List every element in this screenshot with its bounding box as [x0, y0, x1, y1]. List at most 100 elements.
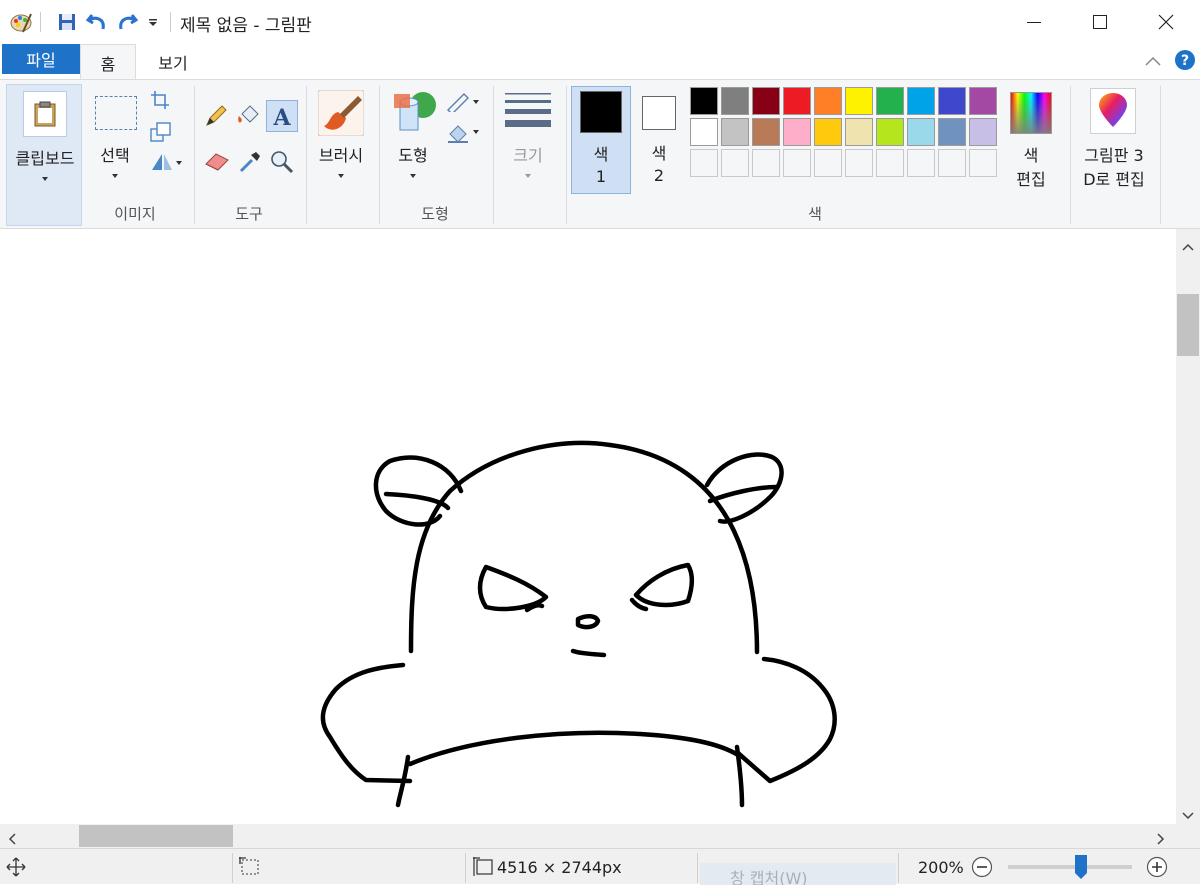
shapes-dropdown-icon[interactable] — [410, 174, 416, 178]
tab-view[interactable]: 보기 — [140, 44, 206, 80]
color1-swatch — [580, 91, 622, 133]
title-bar: 제목 없음 - 그림판 — [0, 0, 1200, 44]
image-size-icon — [472, 856, 494, 882]
paint3d-label[interactable]: 그림판 3 — [1074, 142, 1154, 166]
custom-color-slot[interactable] — [969, 149, 997, 177]
palette-swatch[interactable] — [752, 87, 780, 115]
color2-button[interactable]: 색 2 — [634, 86, 684, 194]
palette-swatch[interactable] — [845, 87, 873, 115]
vertical-scroll-thumb[interactable] — [1177, 294, 1199, 356]
close-button[interactable] — [1133, 0, 1199, 44]
save-icon[interactable] — [54, 9, 80, 35]
brush-label[interactable]: 브러시 — [306, 142, 376, 166]
shapes-icon[interactable] — [392, 88, 438, 138]
palette-swatch[interactable] — [969, 87, 997, 115]
palette-swatch[interactable] — [690, 87, 718, 115]
tools-group-label: 도구 — [235, 205, 263, 223]
collapse-ribbon-icon[interactable] — [1144, 53, 1162, 72]
drawing-canvas[interactable] — [0, 229, 1176, 824]
custom-color-slot[interactable] — [783, 149, 811, 177]
edit-colors-label-2[interactable]: 편집 — [1005, 166, 1057, 190]
svg-text:A: A — [272, 105, 291, 128]
custom-color-slot[interactable] — [721, 149, 749, 177]
palette-swatch[interactable] — [938, 87, 966, 115]
resize-icon[interactable] — [150, 122, 172, 146]
pencil-icon[interactable] — [204, 104, 228, 132]
tab-file[interactable]: 파일 — [2, 44, 80, 74]
zoom-slider-thumb[interactable] — [1074, 854, 1088, 880]
ribbon-tabs: 파일 홈 보기 ? — [0, 44, 1200, 80]
edit-colors-label[interactable]: 색 — [1005, 142, 1057, 166]
customize-qat-icon[interactable] — [140, 9, 166, 35]
custom-color-slot[interactable] — [907, 149, 935, 177]
scroll-left-icon[interactable] — [7, 830, 17, 849]
horizontal-scroll-thumb[interactable] — [79, 825, 233, 847]
scroll-right-icon[interactable] — [1156, 830, 1166, 849]
redo-icon[interactable] — [114, 9, 140, 35]
vertical-scrollbar[interactable] — [1176, 229, 1200, 824]
palette-swatch[interactable] — [845, 118, 873, 146]
select-label[interactable]: 선택 — [90, 142, 140, 166]
custom-color-slot[interactable] — [752, 149, 780, 177]
qat-divider — [40, 12, 41, 32]
color-picker-icon[interactable] — [238, 150, 262, 178]
scroll-up-icon[interactable] — [1182, 237, 1194, 256]
fill-icon[interactable] — [236, 104, 262, 132]
palette-swatch[interactable] — [690, 118, 718, 146]
custom-color-slot[interactable] — [690, 149, 718, 177]
palette-swatch[interactable] — [907, 118, 935, 146]
palette-swatch[interactable] — [938, 118, 966, 146]
custom-color-slot[interactable] — [876, 149, 904, 177]
size-label[interactable]: 크기 — [500, 142, 556, 166]
outline-icon[interactable] — [446, 92, 482, 116]
color1-button[interactable]: 색 1 — [571, 86, 631, 194]
paint3d-icon[interactable] — [1090, 88, 1136, 134]
palette-swatch[interactable] — [721, 87, 749, 115]
zoom-out-button[interactable] — [971, 856, 993, 882]
fill-shape-icon[interactable] — [446, 122, 482, 148]
brush-icon[interactable] — [317, 89, 365, 137]
palette-swatch[interactable] — [752, 118, 780, 146]
ribbon: 클립보드 선택 이미지 A 도구 브러시 도형 도형 크기 색 1 색 2 색 … — [0, 79, 1200, 229]
palette-swatch[interactable] — [783, 87, 811, 115]
size-icon[interactable] — [505, 92, 551, 136]
select-icon[interactable] — [95, 96, 137, 130]
help-icon[interactable]: ? — [1174, 49, 1196, 75]
magnifier-icon[interactable] — [270, 150, 294, 178]
zoom-in-button[interactable] — [1146, 856, 1168, 882]
ribbon-separator — [1160, 86, 1161, 224]
palette-swatch[interactable] — [783, 118, 811, 146]
palette-swatch[interactable] — [907, 87, 935, 115]
palette-swatch[interactable] — [814, 118, 842, 146]
brush-dropdown-icon[interactable] — [338, 174, 344, 178]
custom-color-slot[interactable] — [845, 149, 873, 177]
palette-swatch[interactable] — [814, 87, 842, 115]
crop-icon[interactable] — [150, 90, 170, 114]
palette-swatch[interactable] — [969, 118, 997, 146]
clipboard-group[interactable]: 클립보드 — [6, 84, 82, 226]
text-icon[interactable]: A — [266, 100, 298, 132]
palette-swatch[interactable] — [876, 87, 904, 115]
zoom-slider-track[interactable] — [1008, 865, 1132, 869]
scroll-down-icon[interactable] — [1182, 806, 1194, 825]
cursor-position-icon — [6, 857, 26, 881]
rainbow-icon[interactable] — [1010, 92, 1052, 134]
shapes-label[interactable]: 도형 — [384, 142, 442, 166]
palette-swatch[interactable] — [721, 118, 749, 146]
eraser-icon[interactable] — [204, 150, 230, 176]
select-dropdown-icon[interactable] — [112, 174, 118, 178]
tab-home[interactable]: 홈 — [80, 44, 136, 80]
palette-swatch[interactable] — [876, 118, 904, 146]
custom-color-slot[interactable] — [814, 149, 842, 177]
size-dropdown-icon[interactable] — [525, 174, 531, 178]
maximize-button[interactable] — [1067, 0, 1133, 44]
minimize-button[interactable] — [1001, 0, 1067, 44]
undo-icon[interactable] — [84, 9, 110, 35]
ribbon-separator — [566, 86, 567, 224]
color1-label: 색 — [593, 145, 609, 164]
horizontal-scrollbar[interactable] — [0, 824, 1176, 848]
paint-app-icon[interactable] — [8, 9, 34, 35]
rotate-icon[interactable] — [150, 152, 184, 176]
custom-color-slot[interactable] — [938, 149, 966, 177]
paint3d-label-2[interactable]: D로 편집 — [1074, 166, 1154, 190]
